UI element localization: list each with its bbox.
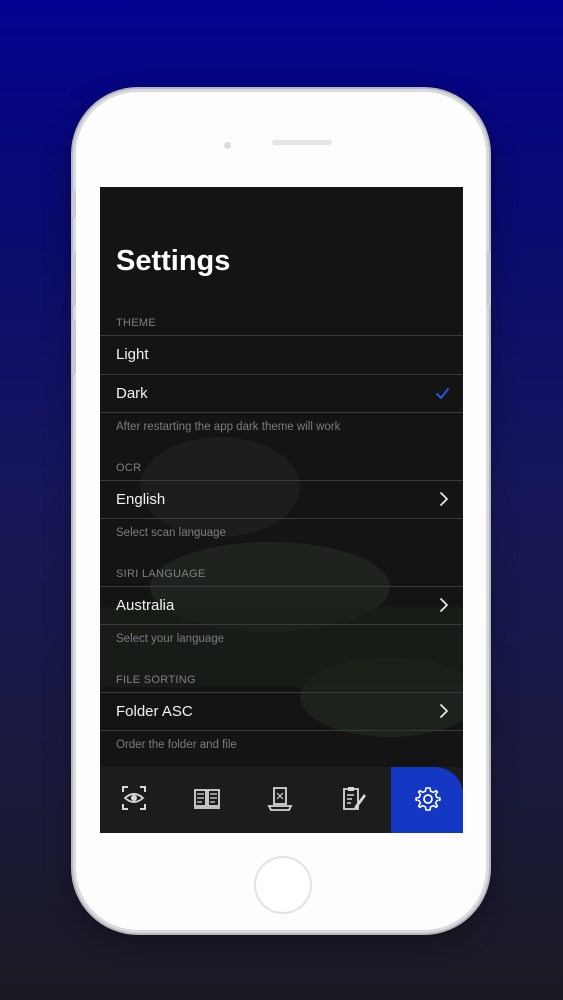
tab-scan[interactable] (117, 783, 151, 813)
sorting-footer-note: Order the folder and file (116, 739, 237, 751)
power-button (487, 252, 491, 306)
app-screen: Settings THEME Light Dark After restarti… (100, 187, 463, 833)
tab-scanner[interactable] (263, 783, 297, 813)
ocr-footer-note: Select scan language (116, 527, 226, 539)
page-title: Settings (116, 245, 231, 277)
book-icon (194, 789, 220, 809)
ocr-section-header: OCR (116, 462, 142, 474)
theme-option-dark[interactable]: Dark (100, 374, 463, 413)
file-sorting-value: Folder ASC (116, 703, 193, 720)
theme-section-header: THEME (116, 317, 156, 329)
siri-language-value: Australia (116, 597, 175, 614)
tab-settings[interactable] (391, 767, 463, 833)
chevron-right-icon (440, 598, 448, 612)
tab-bar (100, 767, 463, 833)
ocr-language-row[interactable]: English (100, 480, 463, 519)
checkmark-icon (436, 388, 449, 399)
siri-section-header: SIRI LANGUAGE (116, 568, 206, 580)
tab-notes[interactable] (336, 783, 370, 813)
theme-option-light-label: Light (116, 346, 149, 363)
siri-footer-note: Select your language (116, 633, 225, 645)
chevron-right-icon (440, 492, 448, 506)
volume-up-button (72, 252, 76, 306)
chevron-right-icon (440, 704, 448, 718)
file-sorting-row[interactable]: Folder ASC (100, 692, 463, 731)
earpiece-speaker (272, 140, 332, 145)
siri-language-row[interactable]: Australia (100, 586, 463, 625)
tab-library[interactable] (190, 783, 224, 813)
notes-icon (343, 787, 366, 810)
scan-eye-icon (122, 786, 146, 810)
theme-option-light[interactable]: Light (100, 335, 463, 374)
theme-option-dark-label: Dark (116, 385, 148, 402)
home-button[interactable] (254, 856, 312, 914)
ocr-language-value: English (116, 491, 166, 508)
sorting-section-header: FILE SORTING (116, 674, 196, 686)
volume-down-button (72, 320, 76, 374)
front-camera (224, 142, 231, 149)
mute-switch (72, 190, 76, 218)
gear-icon (415, 787, 441, 811)
document-scanner-icon (267, 787, 293, 811)
theme-footer-note: After restarting the app dark theme will… (116, 421, 341, 433)
